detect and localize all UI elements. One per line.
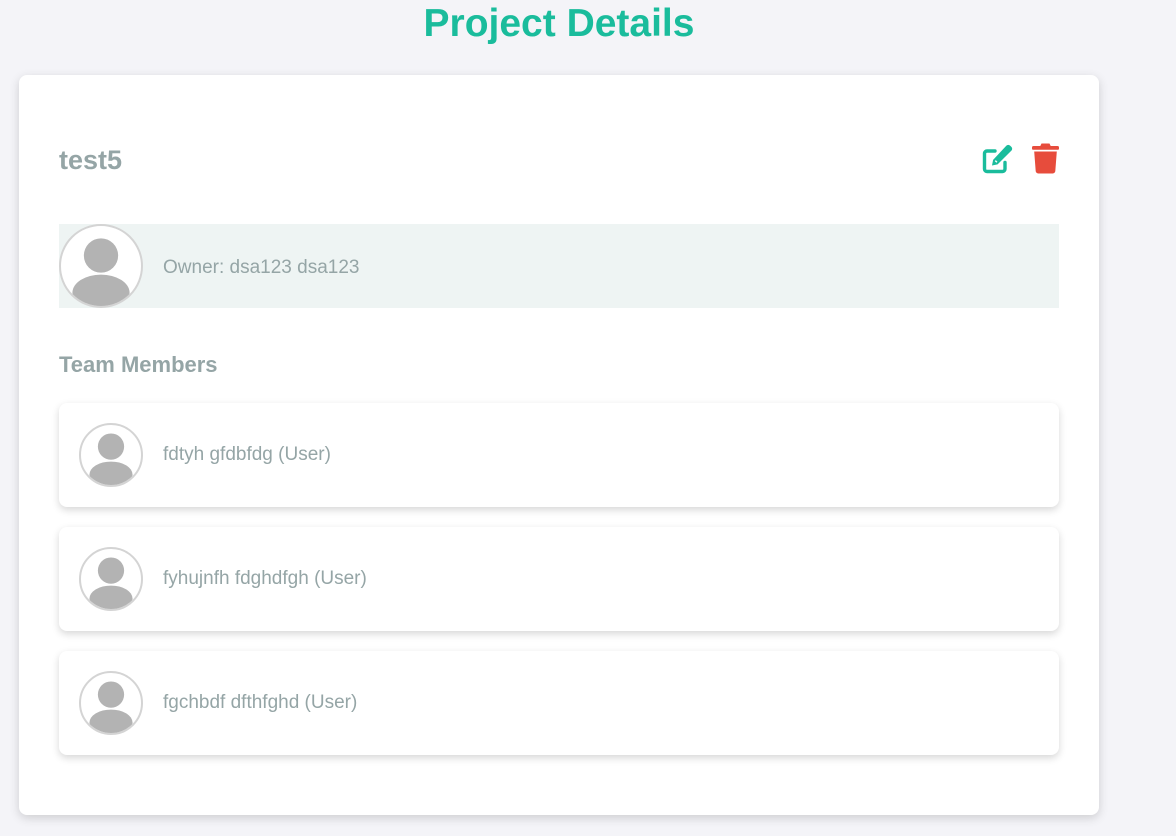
project-card: test5 Owner: dsa123 dsa123 Team Members [19, 75, 1099, 815]
user-avatar-icon [89, 681, 133, 733]
member-name: fyhujnfh fdghdfgh (User) [163, 568, 367, 589]
edit-project-button[interactable] [981, 143, 1013, 175]
team-member-card[interactable]: fdtyh gfdbfdg (User) [59, 403, 1059, 507]
member-avatar [79, 423, 143, 487]
page-title: Project Details [423, 2, 695, 45]
team-member-card[interactable]: fyhujnfh fdghdfgh (User) [59, 527, 1059, 631]
member-name: fdtyh gfdbfdg (User) [163, 444, 331, 465]
user-avatar-icon [89, 557, 133, 609]
owner-label: Owner: dsa123 dsa123 [163, 257, 360, 278]
member-avatar [79, 671, 143, 735]
owner-avatar [59, 224, 143, 308]
team-members-heading: Team Members [59, 352, 218, 377]
user-avatar-icon [72, 238, 130, 306]
member-avatar [79, 547, 143, 611]
owner-panel: Owner: dsa123 dsa123 [59, 224, 1059, 308]
project-name: test5 [59, 145, 123, 175]
delete-project-button[interactable] [1032, 142, 1059, 174]
team-member-card[interactable]: fgchbdf dfthfghd (User) [59, 651, 1059, 755]
user-avatar-icon [89, 433, 133, 485]
edit-icon [982, 144, 1013, 174]
trash-icon [1032, 143, 1059, 174]
member-name: fgchbdf dfthfghd (User) [163, 692, 358, 713]
